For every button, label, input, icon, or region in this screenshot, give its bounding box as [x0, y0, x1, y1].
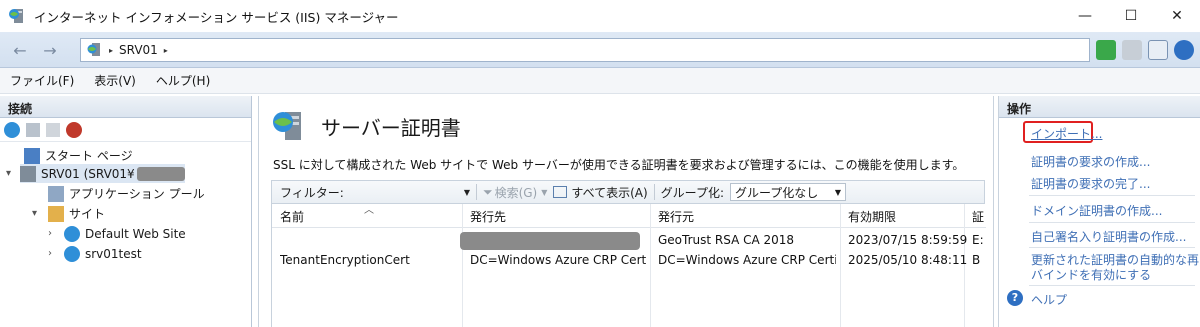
menu-bar: ファイル(F) 表示(V) ヘルプ(H)	[0, 68, 1200, 94]
column-header-name[interactable]: 名前	[280, 208, 304, 225]
chevron-down-icon[interactable]: ▾	[32, 208, 37, 219]
menu-view[interactable]: 表示(V)	[94, 72, 136, 89]
help-link[interactable]: ヘルプ	[1031, 291, 1067, 308]
group-by-select[interactable]: グループ化なし ▼	[730, 183, 846, 201]
breadcrumb-separator: ▸	[109, 45, 114, 55]
server-icon	[20, 165, 36, 182]
chevron-right-icon[interactable]: ›	[48, 228, 52, 239]
globe-icon	[64, 225, 80, 242]
window-title: インターネット インフォメーション サービス (IIS) マネージャー	[34, 9, 399, 25]
feature-panel: サーバー証明書 SSL に対して構成された Web サイトで Web サーバーが…	[258, 96, 994, 327]
chevron-down-icon[interactable]: ▼	[541, 188, 547, 197]
column-header-expires[interactable]: 有効期限	[848, 208, 896, 225]
close-button[interactable]: ✕	[1154, 0, 1200, 32]
create-self-signed-certificate-link[interactable]: 自己署名入り証明書の作成...	[1031, 228, 1186, 245]
tree-item-start-page[interactable]: スタート ページ	[24, 146, 133, 165]
table-header: 名前 ︿ 発行先 発行元 有効期限 証	[272, 204, 986, 228]
menu-file[interactable]: ファイル(F)	[10, 72, 74, 89]
column-header-issued-by[interactable]: 発行元	[658, 208, 694, 225]
complete-certificate-request-link[interactable]: 証明書の要求の完了...	[1031, 175, 1150, 192]
search-button[interactable]: 検索(G)	[495, 184, 538, 201]
help-icon[interactable]	[1174, 40, 1194, 60]
disconnect-icon[interactable]	[66, 121, 82, 138]
chevron-down-icon[interactable]: ▼	[464, 188, 470, 197]
tree-item-app-pools[interactable]: アプリケーション プール	[48, 184, 205, 203]
tree-item-sites[interactable]: サイト	[48, 204, 105, 223]
connect-globe-icon[interactable]	[4, 121, 20, 138]
chevron-down-icon[interactable]: ▾	[6, 168, 11, 179]
redacted-server-name	[136, 166, 185, 181]
chevron-down-icon: ▼	[834, 188, 841, 197]
back-arrow-icon: ←	[13, 40, 27, 60]
help-icon: ?	[1007, 290, 1023, 306]
maximize-button[interactable]: ☐	[1108, 0, 1154, 32]
up-level-icon[interactable]	[46, 122, 60, 137]
stop-icon[interactable]	[1122, 40, 1142, 60]
address-bar: ← → ▸ SRV01 ▸	[0, 32, 1200, 68]
create-certificate-request-link[interactable]: 証明書の要求の作成...	[1031, 153, 1150, 170]
back-button[interactable]: ←	[6, 39, 34, 61]
certificates-table: 名前 ︿ 発行先 発行元 有効期限 証 GeoTrust RSA CA 2018…	[271, 204, 986, 327]
show-all-button[interactable]: すべて表示(A)	[571, 184, 647, 201]
title-bar: インターネット インフォメーション サービス (IIS) マネージャー — ☐ …	[0, 0, 1200, 32]
column-header-issued-to[interactable]: 発行先	[470, 208, 506, 225]
filter-input[interactable]	[346, 183, 462, 201]
feature-description: SSL に対して構成された Web サイトで Web サーバーが使用できる証明書…	[273, 158, 965, 172]
chevron-right-icon[interactable]: ›	[48, 248, 52, 259]
connections-title: 接続	[0, 96, 251, 118]
refresh-icon[interactable]	[1096, 40, 1116, 60]
tree-item-srv01test[interactable]: srv01test	[64, 244, 142, 263]
server-icon	[87, 43, 100, 56]
group-by-label: グループ化:	[660, 185, 724, 200]
sites-folder-icon	[48, 205, 64, 222]
connections-panel: 接続 スタート ページ ▾ SRV01 (SRV01¥ アプリケーション プール…	[0, 96, 252, 327]
menu-help[interactable]: ヘルプ(H)	[156, 72, 210, 89]
breadcrumb-srv01[interactable]: SRV01	[119, 43, 158, 57]
show-all-icon	[553, 186, 568, 198]
sort-indicator-icon: ︿	[364, 205, 374, 216]
column-header-store[interactable]: 証	[972, 208, 984, 225]
iis-app-icon	[8, 7, 26, 25]
breadcrumb-separator: ▸	[163, 45, 168, 55]
enable-auto-rebind-link-line2[interactable]: バインドを有効にする	[1031, 266, 1151, 283]
start-page-icon	[24, 147, 40, 164]
page-title: サーバー証明書	[321, 115, 461, 140]
address-field[interactable]: ▸ SRV01 ▸	[80, 38, 1090, 62]
server-certificates-icon	[271, 108, 307, 144]
globe-icon	[64, 245, 80, 262]
filter-toolbar: フィルター: ▼ ⏷ 検索(G) ▼ すべて表示(A) グループ化: グループ化…	[271, 180, 985, 204]
redacted-issued-to	[460, 232, 640, 250]
tree-item-server[interactable]: SRV01 (SRV01¥	[20, 164, 185, 183]
funnel-icon: ⏷	[482, 184, 493, 199]
app-pool-icon	[48, 185, 64, 202]
save-icon[interactable]	[26, 122, 40, 137]
minimize-button[interactable]: —	[1062, 0, 1108, 32]
filter-label: フィルター:	[280, 185, 344, 200]
create-domain-certificate-link[interactable]: ドメイン証明書の作成...	[1031, 202, 1162, 219]
tree-item-default-web-site[interactable]: Default Web Site	[64, 224, 186, 243]
actions-panel: 操作 インポート... 証明書の要求の作成... 証明書の要求の完了... ドメ…	[998, 96, 1200, 327]
actions-title: 操作	[999, 96, 1200, 118]
import-link[interactable]: インポート...	[1031, 125, 1102, 142]
home-icon[interactable]	[1148, 40, 1168, 60]
forward-button[interactable]: →	[36, 39, 64, 61]
forward-arrow-icon: →	[43, 40, 57, 60]
